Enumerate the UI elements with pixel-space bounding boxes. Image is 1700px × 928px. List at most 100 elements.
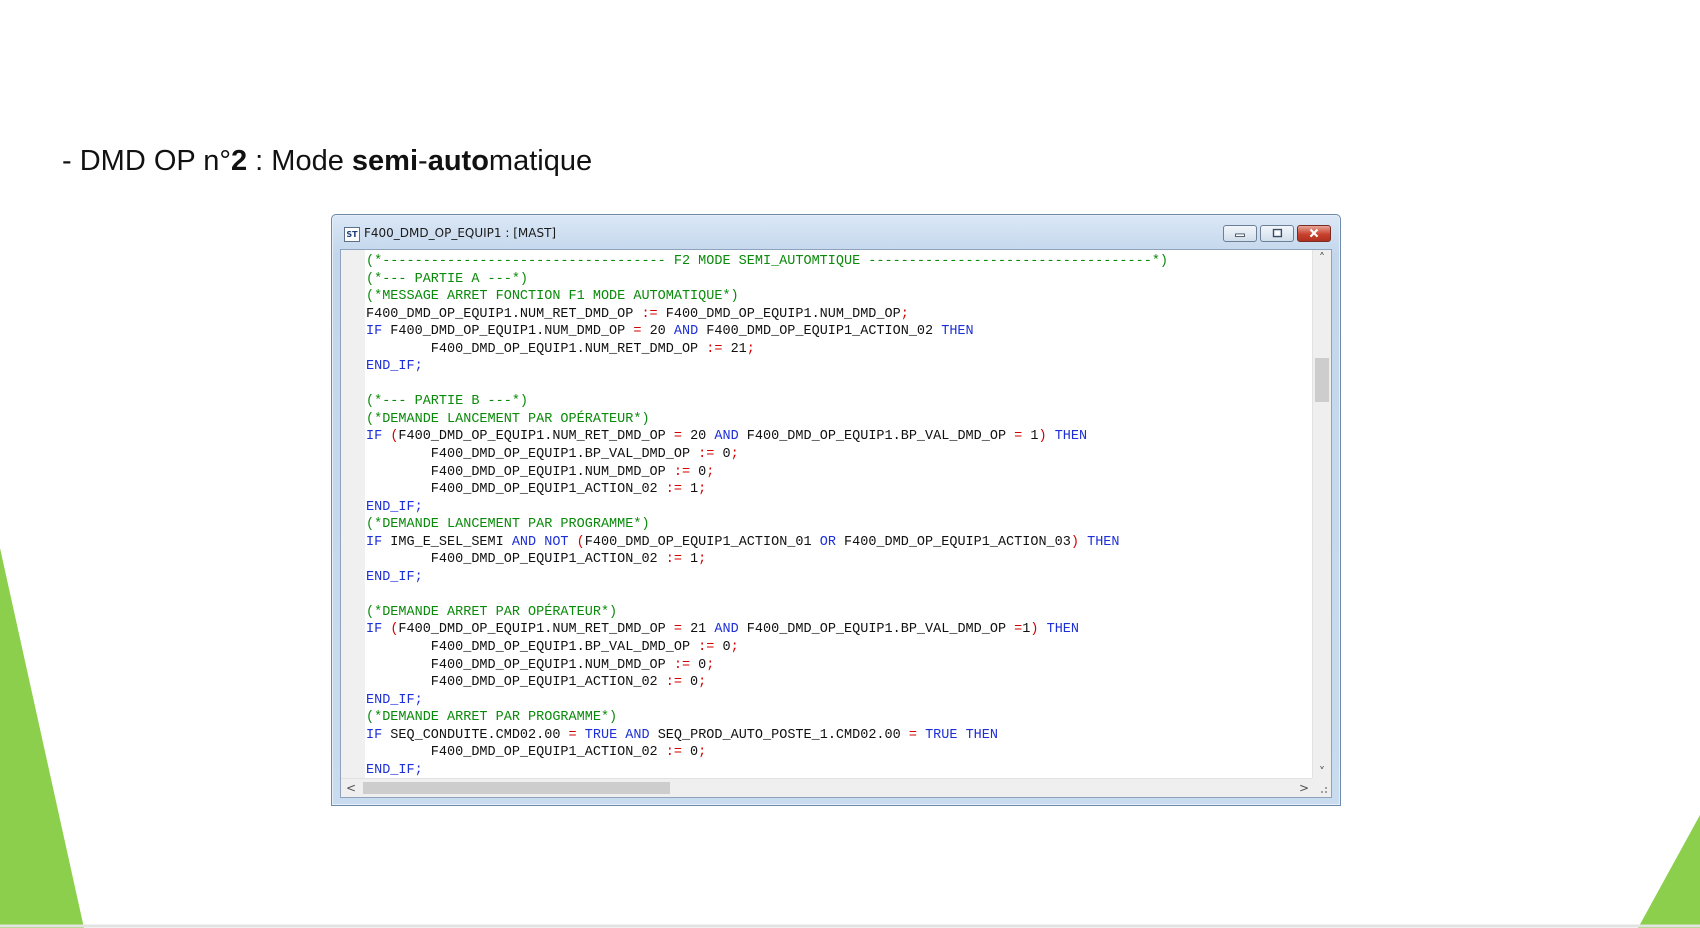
code-line[interactable] [366,586,1311,604]
code-token-comment: (*MESSAGE ARRET FONCTION F1 MODE AUTOMAT… [366,289,739,305]
code-token-keyword: AND [673,324,699,340]
code-line[interactable]: IF (F400_DMD_OP_EQUIP1.NUM_RET_DMD_OP = … [366,428,1311,446]
code-token-comment: (*--- PARTIE A ---*) [366,271,529,287]
code-line[interactable]: F400_DMD_OP_EQUIP1.BP_VAL_DMD_OP := 0; [366,639,1311,657]
code-line[interactable] [366,376,1311,394]
editor-window: ST F400_DMD_OP_EQUIP1 : [MAST] (*-------… [331,214,1341,806]
vertical-scrollbar[interactable]: ˄ ˅ [1312,250,1331,780]
code-line[interactable]: F400_DMD_OP_EQUIP1_ACTION_02 := 1; [366,551,1311,569]
code-line[interactable]: F400_DMD_OP_EQUIP1.NUM_DMD_OP := 0; [366,657,1311,675]
code-line[interactable]: (*----------------------------------- F2… [366,253,1311,271]
scroll-up-button[interactable]: ˄ [1314,250,1330,266]
close-button[interactable] [1297,225,1331,242]
code-editor-area[interactable]: (*----------------------------------- F2… [340,249,1332,798]
scroll-left-button[interactable]: < [343,780,359,796]
code-line[interactable]: IF IMG_E_SEL_SEMI AND NOT (F400_DMD_OP_E… [366,534,1311,552]
code-line[interactable]: F400_DMD_OP_EQUIP1_ACTION_02 := 1; [366,481,1311,499]
code-token-keyword: IF [366,727,383,743]
code-token-operator: := [665,745,682,761]
code-line[interactable]: END_IF; [366,569,1311,587]
code-token-operator: := [665,552,682,568]
code-token-text: F400_DMD_OP_EQUIP1_ACTION_02 [366,675,666,691]
code-line[interactable]: END_IF; [366,499,1311,517]
code-token-text: F400_DMD_OP_EQUIP1.NUM_DMD_OP [382,324,634,340]
code-token-keyword: IF [366,622,383,638]
code-line[interactable]: F400_DMD_OP_EQUIP1_ACTION_02 := 0; [366,674,1311,692]
code-line[interactable]: IF (F400_DMD_OP_EQUIP1.NUM_RET_DMD_OP = … [366,621,1311,639]
code-token-keyword: END_IF; [366,499,423,515]
code-token-operator: = [908,727,917,743]
code-token-keyword: IF [366,534,383,550]
code-token-operator: ) [1070,534,1079,550]
code-token-text: 0 [690,464,707,480]
code-token-keyword: AND NOT [511,534,569,550]
code-line[interactable]: (*MESSAGE ARRET FONCTION F1 MODE AUTOMAT… [366,288,1311,306]
maximize-icon [1272,228,1283,238]
code-token-operator: := [665,482,682,498]
code-token-keyword: THEN [1087,534,1120,550]
code-line[interactable]: F400_DMD_OP_EQUIP1.NUM_RET_DMD_OP := 21; [366,341,1311,359]
code-line[interactable]: (*DEMANDE ARRET PAR PROGRAMME*) [366,709,1311,727]
code-token-text: 1 [681,552,699,568]
horizontal-scroll-thumb[interactable] [363,782,670,794]
code-token-text: F400_DMD_OP_EQUIP1.NUM_RET_DMD_OP [398,429,674,445]
title-bar[interactable]: ST F400_DMD_OP_EQUIP1 : [MAST] [332,215,1340,249]
code-line[interactable]: END_IF; [366,762,1311,780]
code-token-comment: (*--- PARTIE B ---*) [366,394,529,410]
code-token-text: F400_DMD_OP_EQUIP1.NUM_RET_DMD_OP [366,341,707,357]
code-line[interactable]: (*--- PARTIE B ---*) [366,393,1311,411]
minimize-button[interactable] [1223,225,1257,242]
code-line[interactable]: F400_DMD_OP_EQUIP1.NUM_DMD_OP := 0; [366,464,1311,482]
code-token-comment: (*DEMANDE LANCEMENT PAR PROGRAMME*) [366,517,650,533]
vertical-scroll-thumb[interactable] [1315,358,1329,402]
code-line[interactable]: F400_DMD_OP_EQUIP1.BP_VAL_DMD_OP := 0; [366,446,1311,464]
code-line[interactable]: (*DEMANDE LANCEMENT PAR OPÉRATEUR*) [366,411,1311,429]
code-token-keyword: END_IF; [366,359,423,375]
code-token-keyword: THEN [1046,622,1079,638]
code-line[interactable]: (*DEMANDE LANCEMENT PAR PROGRAMME*) [366,516,1311,534]
code-token-text: 0 [681,745,699,761]
chevron-left-icon: < [345,781,357,795]
code-token-operator: ( [576,534,585,550]
code-token-text: F400_DMD_OP_EQUIP1.NUM_DMD_OP [366,464,674,480]
code-line[interactable]: IF F400_DMD_OP_EQUIP1.NUM_DMD_OP = 20 AN… [366,323,1311,341]
code-token-operator: := [641,306,658,322]
code-token-operator: := [673,464,691,480]
code-token-text: SEQ_PROD_AUTO_POSTE_1.CMD02.00 [649,727,909,743]
code-token-operator: := [665,675,682,691]
code-token-operator: := [698,640,715,656]
code-token-keyword: END_IF; [366,569,423,585]
scroll-right-button[interactable]: > [1296,780,1312,796]
code-line[interactable]: IF SEQ_CONDUITE.CMD02.00 = TRUE AND SEQ_… [366,727,1311,745]
code-token-text: F400_DMD_OP_EQUIP1.NUM_RET_DMD_OP [366,306,642,322]
code-token-text: 20 [681,429,715,445]
close-icon [1309,228,1319,238]
code-token-keyword: THEN [965,727,998,743]
code-token-operator: ; [706,657,715,673]
code-line[interactable]: (*DEMANDE ARRET PAR OPÉRATEUR*) [366,604,1311,622]
resize-grip[interactable] [1312,778,1331,797]
st-app-icon: ST [344,227,360,242]
code-token-keyword: AND [625,727,650,743]
code-line[interactable]: (*--- PARTIE A ---*) [366,271,1311,289]
code-token-keyword: END_IF; [366,692,423,708]
code-token-operator: ; [746,341,755,357]
editor-gutter [341,250,365,780]
code-token-keyword: AND [714,622,739,638]
code-token-operator: := [673,657,691,673]
code-token-text: F400_DMD_OP_EQUIP1_ACTION_02 [366,745,666,761]
code-text[interactable]: (*----------------------------------- F2… [366,253,1311,780]
code-token-operator: := [706,341,723,357]
code-line[interactable]: END_IF; [366,358,1311,376]
heading-segment: matique [488,145,593,177]
code-line[interactable]: F400_DMD_OP_EQUIP1.NUM_RET_DMD_OP := F40… [366,306,1311,324]
code-token-text: F400_DMD_OP_EQUIP1_ACTION_02 [366,482,666,498]
code-token-text: 1 [1022,429,1039,445]
maximize-button[interactable] [1260,225,1294,242]
code-token-text: 21 [722,341,747,357]
code-line[interactable]: END_IF; [366,692,1311,710]
horizontal-scrollbar[interactable]: < > [341,778,1314,797]
code-line[interactable]: F400_DMD_OP_EQUIP1_ACTION_02 := 0; [366,744,1311,762]
